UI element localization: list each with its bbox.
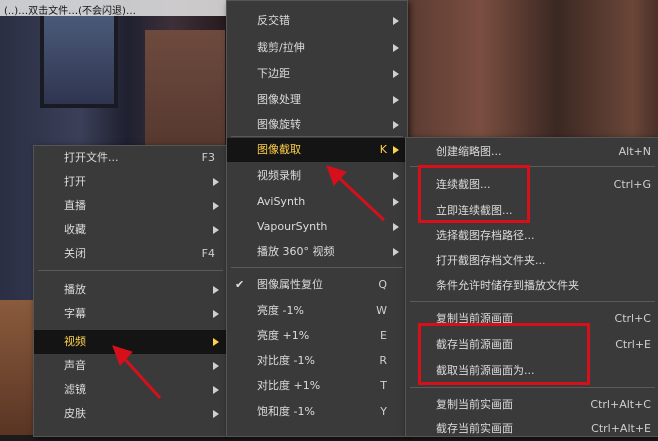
annotation-arrows [112,165,386,400]
arrow-capture [334,173,386,222]
arrow-video [120,354,162,400]
